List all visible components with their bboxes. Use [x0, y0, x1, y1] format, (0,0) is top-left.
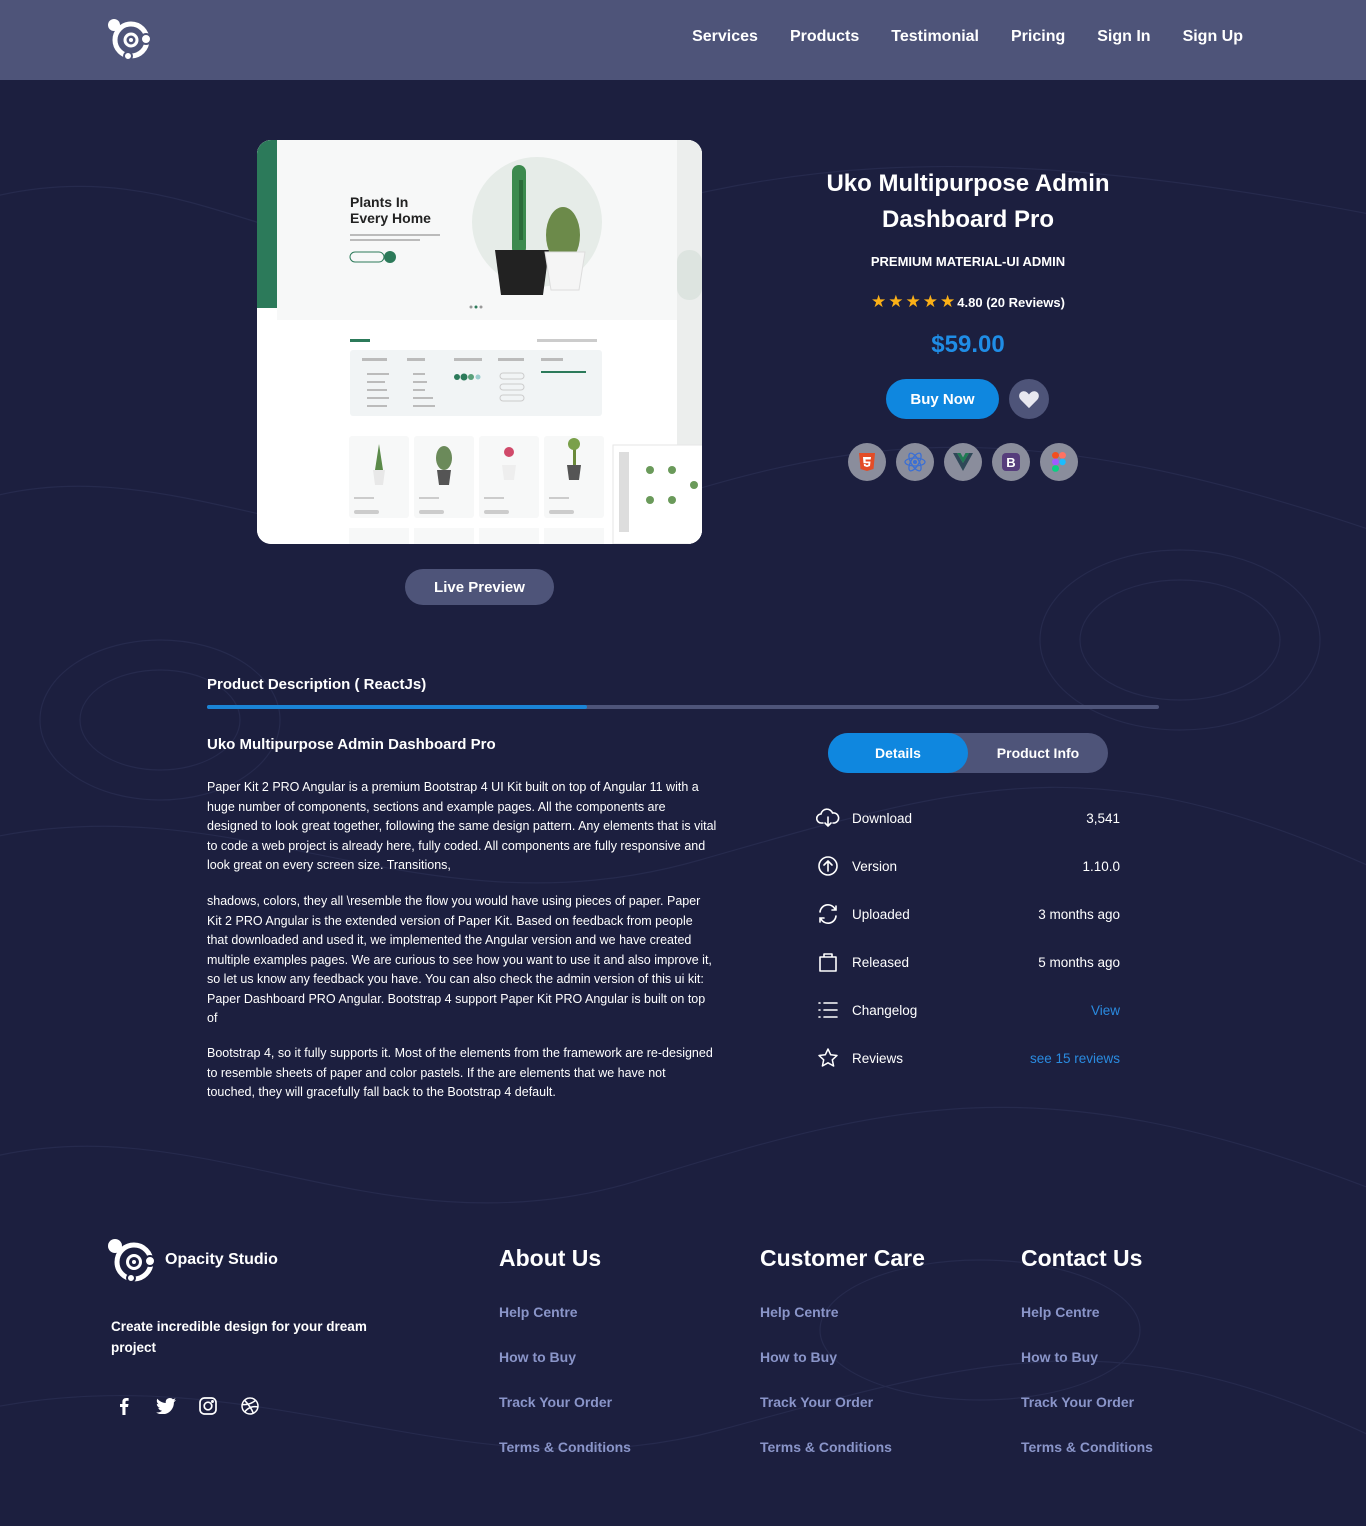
product-rating: ★ ★ ★ ★ ★ 4.80 (20 Reviews)	[778, 292, 1158, 312]
footer-logo-icon[interactable]	[106, 1237, 158, 1283]
detail-value: 3,541	[1086, 810, 1120, 826]
detail-row-version: Version 1.10.0	[816, 853, 1120, 879]
footer-col-customer-care: Customer Care Help Centre How to Buy Tra…	[760, 1243, 925, 1483]
mockup-headline-1: Plants In	[350, 194, 408, 210]
twitter-icon[interactable]	[154, 1394, 178, 1418]
see-reviews-link[interactable]: see 15 reviews	[1030, 1051, 1120, 1066]
footer-link-help-centre[interactable]: Help Centre	[1021, 1303, 1153, 1321]
list-icon	[816, 998, 840, 1022]
instagram-icon[interactable]	[196, 1394, 220, 1418]
product-price: $59.00	[931, 331, 1005, 358]
nav-products[interactable]: Products	[790, 28, 859, 46]
footer-brand-name: Opacity Studio	[165, 1251, 278, 1268]
figma-icon	[1040, 443, 1078, 481]
html5-icon	[848, 443, 886, 481]
footer-link-terms[interactable]: Terms & Conditions	[1021, 1438, 1153, 1456]
detail-row-download: Download 3,541	[816, 805, 1120, 831]
bootstrap-icon: B	[992, 443, 1030, 481]
footer-link-how-to-buy[interactable]: How to Buy	[499, 1348, 631, 1366]
detail-label: Version	[852, 858, 898, 874]
preview-mockup: Plants In Every Home	[257, 140, 702, 544]
footer-col-contact: Contact Us Help Centre How to Buy Track …	[1021, 1243, 1153, 1483]
detail-label: Reviews	[852, 1050, 904, 1066]
footer-link-how-to-buy[interactable]: How to Buy	[760, 1348, 925, 1366]
detail-value: 3 months ago	[1038, 906, 1120, 922]
detail-row-changelog: Changelog View	[816, 997, 1120, 1023]
detail-value: 1.10.0	[1082, 858, 1120, 874]
buy-now-button[interactable]: Buy Now	[886, 379, 999, 419]
dribbble-icon[interactable]	[238, 1394, 262, 1418]
star-icon: ★	[940, 292, 956, 311]
footer-link-terms[interactable]: Terms & Conditions	[760, 1438, 925, 1456]
footer-col-about: About Us Help Centre How to Buy Track Yo…	[499, 1243, 631, 1483]
nav-pricing[interactable]: Pricing	[1011, 28, 1065, 46]
detail-label: Uploaded	[852, 906, 910, 922]
tech-stack-icons: B	[848, 443, 1078, 481]
star-icon: ★	[922, 292, 939, 311]
star-icon: ★	[905, 292, 921, 311]
star-icon: ★	[871, 292, 887, 311]
footer-col-title: Contact Us	[1021, 1245, 1143, 1271]
star-icon: ★	[888, 292, 904, 311]
detail-label: Download	[852, 810, 913, 826]
product-title: Uko Multipurpose Admin Dashboard Pro	[826, 170, 1110, 233]
facebook-icon[interactable]	[112, 1394, 136, 1418]
star-outline-icon	[816, 1046, 840, 1070]
heart-icon	[1019, 391, 1039, 409]
vue-icon	[944, 443, 982, 481]
tab-product-info[interactable]: Product Info	[968, 733, 1108, 773]
tab-details[interactable]: Details	[828, 733, 968, 773]
description-paragraph-2: shadows, colors, they all \resemble the …	[207, 894, 712, 1025]
cloud-download-icon	[816, 806, 840, 830]
bag-icon	[816, 950, 840, 974]
product-preview-image[interactable]: Plants In Every Home	[257, 140, 702, 544]
detail-row-uploaded: Uploaded 3 months ago	[816, 901, 1120, 927]
detail-value: 5 months ago	[1038, 954, 1120, 970]
social-links	[112, 1394, 262, 1418]
product-subtitle: PREMIUM MATERIAL-UI ADMIN	[870, 254, 1066, 269]
rating-text: 4.80 (20 Reviews)	[957, 294, 1065, 310]
changelog-view-link[interactable]: View	[1091, 1003, 1120, 1018]
footer-link-help-centre[interactable]: Help Centre	[499, 1303, 631, 1321]
description-paragraph-1: Paper Kit 2 PRO Angular is a premium Boo…	[207, 780, 717, 872]
nav-services[interactable]: Services	[692, 28, 758, 46]
footer-link-terms[interactable]: Terms & Conditions	[499, 1438, 631, 1456]
description-heading: Uko Multipurpose Admin Dashboard Pro	[207, 736, 496, 753]
footer-link-track-order[interactable]: Track Your Order	[1021, 1393, 1153, 1411]
footer-link-track-order[interactable]: Track Your Order	[499, 1393, 631, 1411]
footer-link-track-order[interactable]: Track Your Order	[760, 1393, 925, 1411]
detail-label: Released	[852, 954, 910, 970]
footer-link-how-to-buy[interactable]: How to Buy	[1021, 1348, 1153, 1366]
footer-tagline: Create incredible design for your dream …	[111, 1319, 367, 1355]
nav-sign-in[interactable]: Sign In	[1097, 28, 1150, 46]
studio-logo-icon[interactable]	[106, 17, 154, 61]
tab-product-description[interactable]: Product Description ( ReactJs)	[207, 676, 426, 693]
nav-testimonial[interactable]: Testimonial	[891, 28, 979, 46]
react-icon	[896, 443, 934, 481]
detail-label: Changelog	[852, 1002, 918, 1018]
tab-indicator-active	[207, 705, 587, 709]
svg-text:B: B	[1006, 455, 1015, 470]
refresh-icon	[816, 902, 840, 926]
top-navbar: Services Products Testimonial Pricing Si…	[0, 0, 1366, 80]
nav-sign-up[interactable]: Sign Up	[1183, 28, 1243, 46]
description-paragraph-3: Bootstrap 4, so it fully supports it. Mo…	[207, 1046, 713, 1099]
detail-row-released: Released 5 months ago	[816, 949, 1120, 975]
mockup-headline-2: Every Home	[350, 210, 431, 226]
live-preview-button[interactable]: Live Preview	[405, 569, 554, 605]
nav-links: Services Products Testimonial Pricing Si…	[692, 28, 1243, 46]
footer-link-help-centre[interactable]: Help Centre	[760, 1303, 925, 1321]
detail-row-reviews: Reviews see 15 reviews	[816, 1045, 1120, 1071]
arrow-up-circle-icon	[816, 854, 840, 878]
details-tab-switch: Details Product Info	[828, 733, 1108, 773]
footer-col-title: About Us	[499, 1245, 602, 1271]
footer-col-title: Customer Care	[760, 1245, 925, 1271]
favorite-button[interactable]	[1009, 379, 1049, 419]
